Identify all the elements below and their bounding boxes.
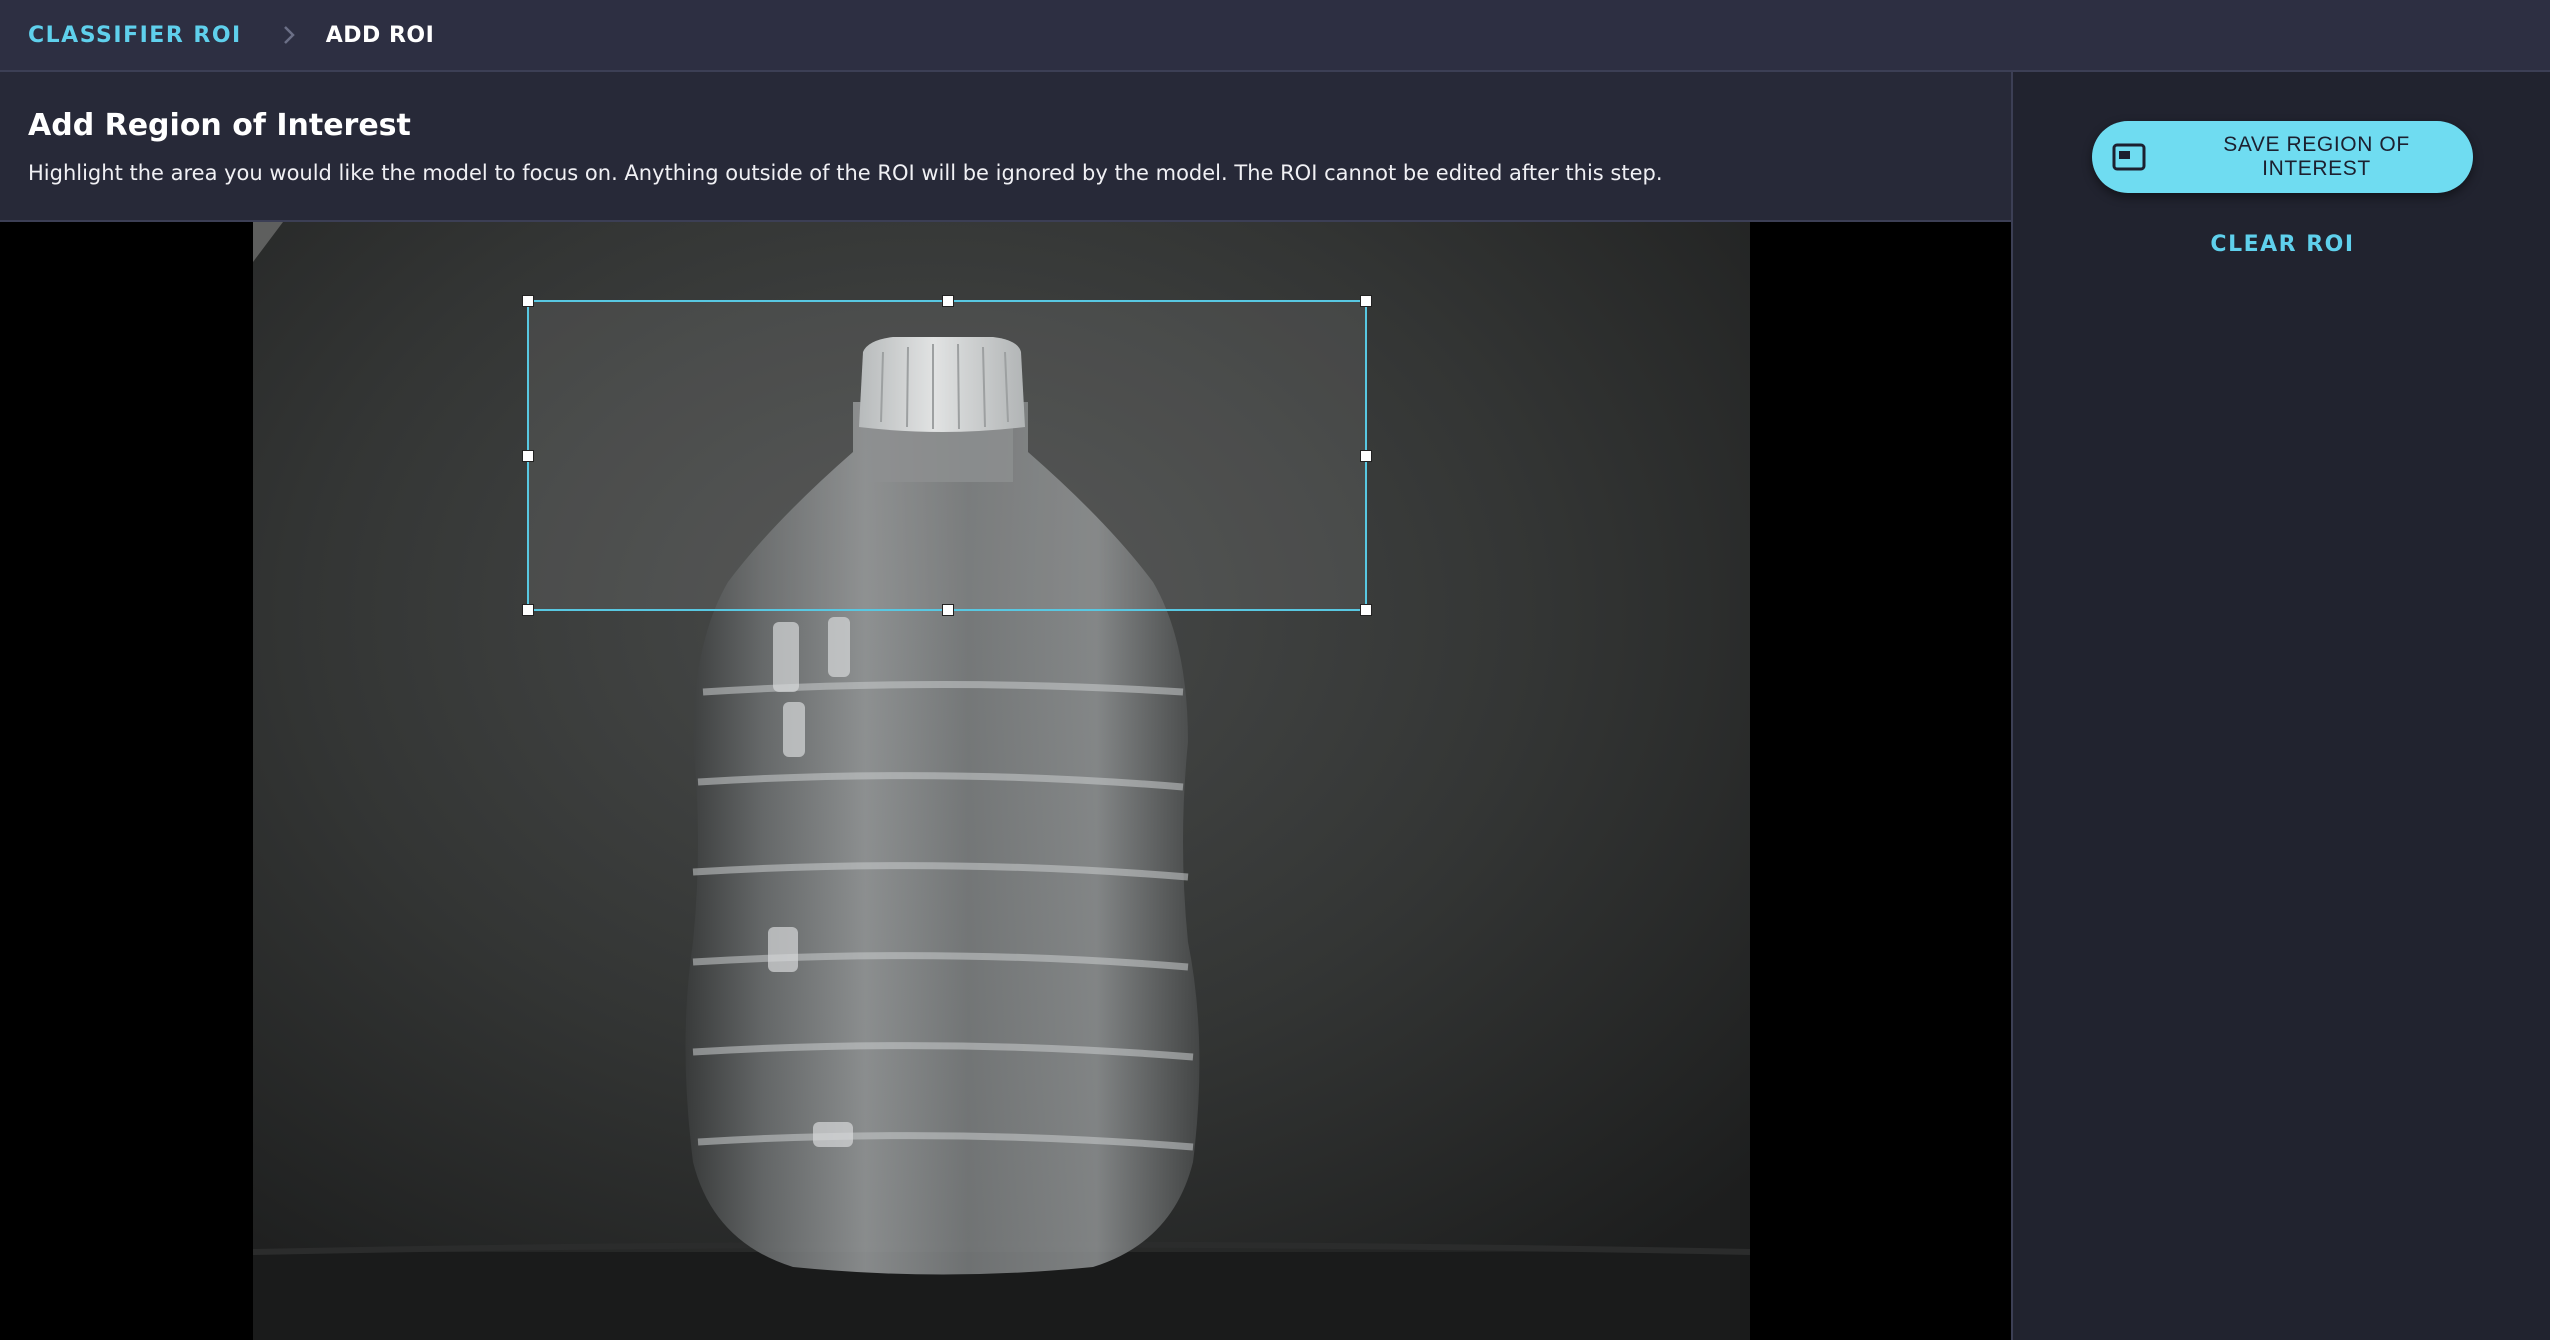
roi-canvas[interactable] [0,222,2011,1340]
clear-roi-button[interactable]: CLEAR ROI [2013,232,2550,257]
top-bar: CLASSIFIER ROI ADD ROI [0,0,2550,72]
picture-in-picture-icon [2112,143,2146,171]
roi-selection-box[interactable] [522,295,1372,616]
page-header: Add Region of Interest Highlight the are… [0,72,2012,222]
page-description: Highlight the area you would like the mo… [28,161,1663,185]
breadcrumb-add-roi: ADD ROI [325,22,435,48]
roi-handle-bottom-center[interactable] [942,604,954,616]
roi-handle-middle-right[interactable] [1360,450,1372,462]
action-panel: SAVE REGION OF INTEREST CLEAR ROI [2011,72,2550,1340]
roi-handle-bottom-right[interactable] [1360,604,1372,616]
roi-handle-bottom-left[interactable] [522,604,534,616]
page-title: Add Region of Interest [28,108,411,143]
roi-handle-middle-left[interactable] [522,450,534,462]
save-region-of-interest-button[interactable]: SAVE REGION OF INTEREST [2092,121,2473,193]
save-button-label: SAVE REGION OF INTEREST [2223,133,2410,180]
chevron-right-icon [278,24,300,46]
roi-handle-top-center[interactable] [942,295,954,307]
breadcrumb-classifier-roi[interactable]: CLASSIFIER ROI [28,23,242,48]
roi-handle-top-right[interactable] [1360,295,1372,307]
roi-handle-top-left[interactable] [522,295,534,307]
